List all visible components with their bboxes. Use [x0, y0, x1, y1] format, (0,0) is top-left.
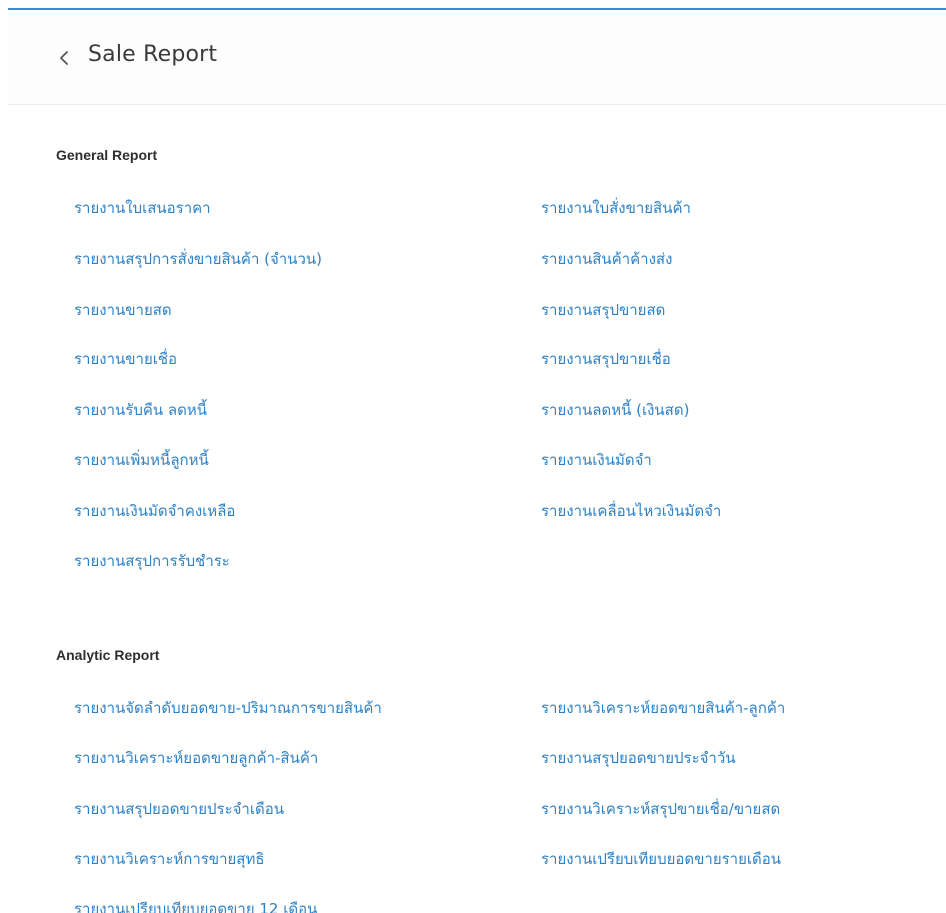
- sale-report-page: Sale Report General Report รายงานใบเสนอร…: [0, 0, 946, 913]
- general-report-link-15[interactable]: รายงานเคลื่อนไหวเงินมัดจำ: [541, 499, 721, 523]
- general-report-link-4[interactable]: รายงานขายเชื่อ: [74, 347, 177, 371]
- header-bar: Sale Report: [8, 10, 946, 105]
- analytic-report-link-3[interactable]: รายงานสรุปยอดขายประจำเดือน: [74, 797, 284, 821]
- analytic-report-heading: Analytic Report: [56, 647, 160, 663]
- analytic-report-link-6[interactable]: รายงานวิเคราะห์ยอดขายสินค้า-ลูกค้า: [541, 696, 785, 720]
- general-report-link-1[interactable]: รายงานใบเสนอราคา: [74, 196, 211, 220]
- analytic-report-link-5[interactable]: รายงานเปรียบเทียบยอดขาย 12 เดือน: [74, 897, 317, 913]
- analytic-report-link-4[interactable]: รายงานวิเคราะห์การขายสุทธิ: [74, 847, 265, 871]
- chevron-left-icon: [54, 46, 76, 70]
- analytic-report-link-8[interactable]: รายงานวิเคราะห์สรุปขายเชื่อ/ขายสด: [541, 797, 780, 821]
- general-report-link-12[interactable]: รายงานสรุปขายเชื่อ: [541, 347, 671, 371]
- general-report-link-14[interactable]: รายงานเงินมัดจำ: [541, 448, 652, 472]
- general-report-link-9[interactable]: รายงานใบสั่งขายสินค้า: [541, 196, 691, 220]
- general-report-link-8[interactable]: รายงานสรุปการรับชำระ: [74, 549, 230, 573]
- analytic-report-link-2[interactable]: รายงานวิเคราะห์ยอดขายลูกค้า-สินค้า: [74, 746, 318, 770]
- analytic-report-link-7[interactable]: รายงานสรุปยอดขายประจำวัน: [541, 746, 736, 770]
- general-report-heading: General Report: [56, 147, 158, 163]
- general-report-link-13[interactable]: รายงานลดหนี้ (เงินสด): [541, 398, 689, 422]
- general-report-link-10[interactable]: รายงานสินค้าค้างส่ง: [541, 247, 672, 271]
- general-report-link-5[interactable]: รายงานรับคืน ลดหนี้: [74, 398, 207, 422]
- page-title: Sale Report: [88, 42, 218, 67]
- analytic-report-link-1[interactable]: รายงานจัดลำดับยอดขาย-ปริมาณการขายสินค้า: [74, 696, 382, 720]
- general-report-link-7[interactable]: รายงานเงินมัดจำคงเหลือ: [74, 499, 235, 523]
- general-report-link-3[interactable]: รายงานขายสด: [74, 298, 172, 322]
- general-report-link-11[interactable]: รายงานสรุปขายสด: [541, 298, 665, 322]
- analytic-report-link-9[interactable]: รายงานเปรียบเทียบยอดขายรายเดือน: [541, 847, 781, 871]
- general-report-link-6[interactable]: รายงานเพิ่มหนี้ลูกหนี้: [74, 448, 209, 472]
- general-report-link-2[interactable]: รายงานสรุปการสั่งขายสินค้า (จำนวน): [74, 247, 322, 271]
- back-button[interactable]: [54, 46, 76, 70]
